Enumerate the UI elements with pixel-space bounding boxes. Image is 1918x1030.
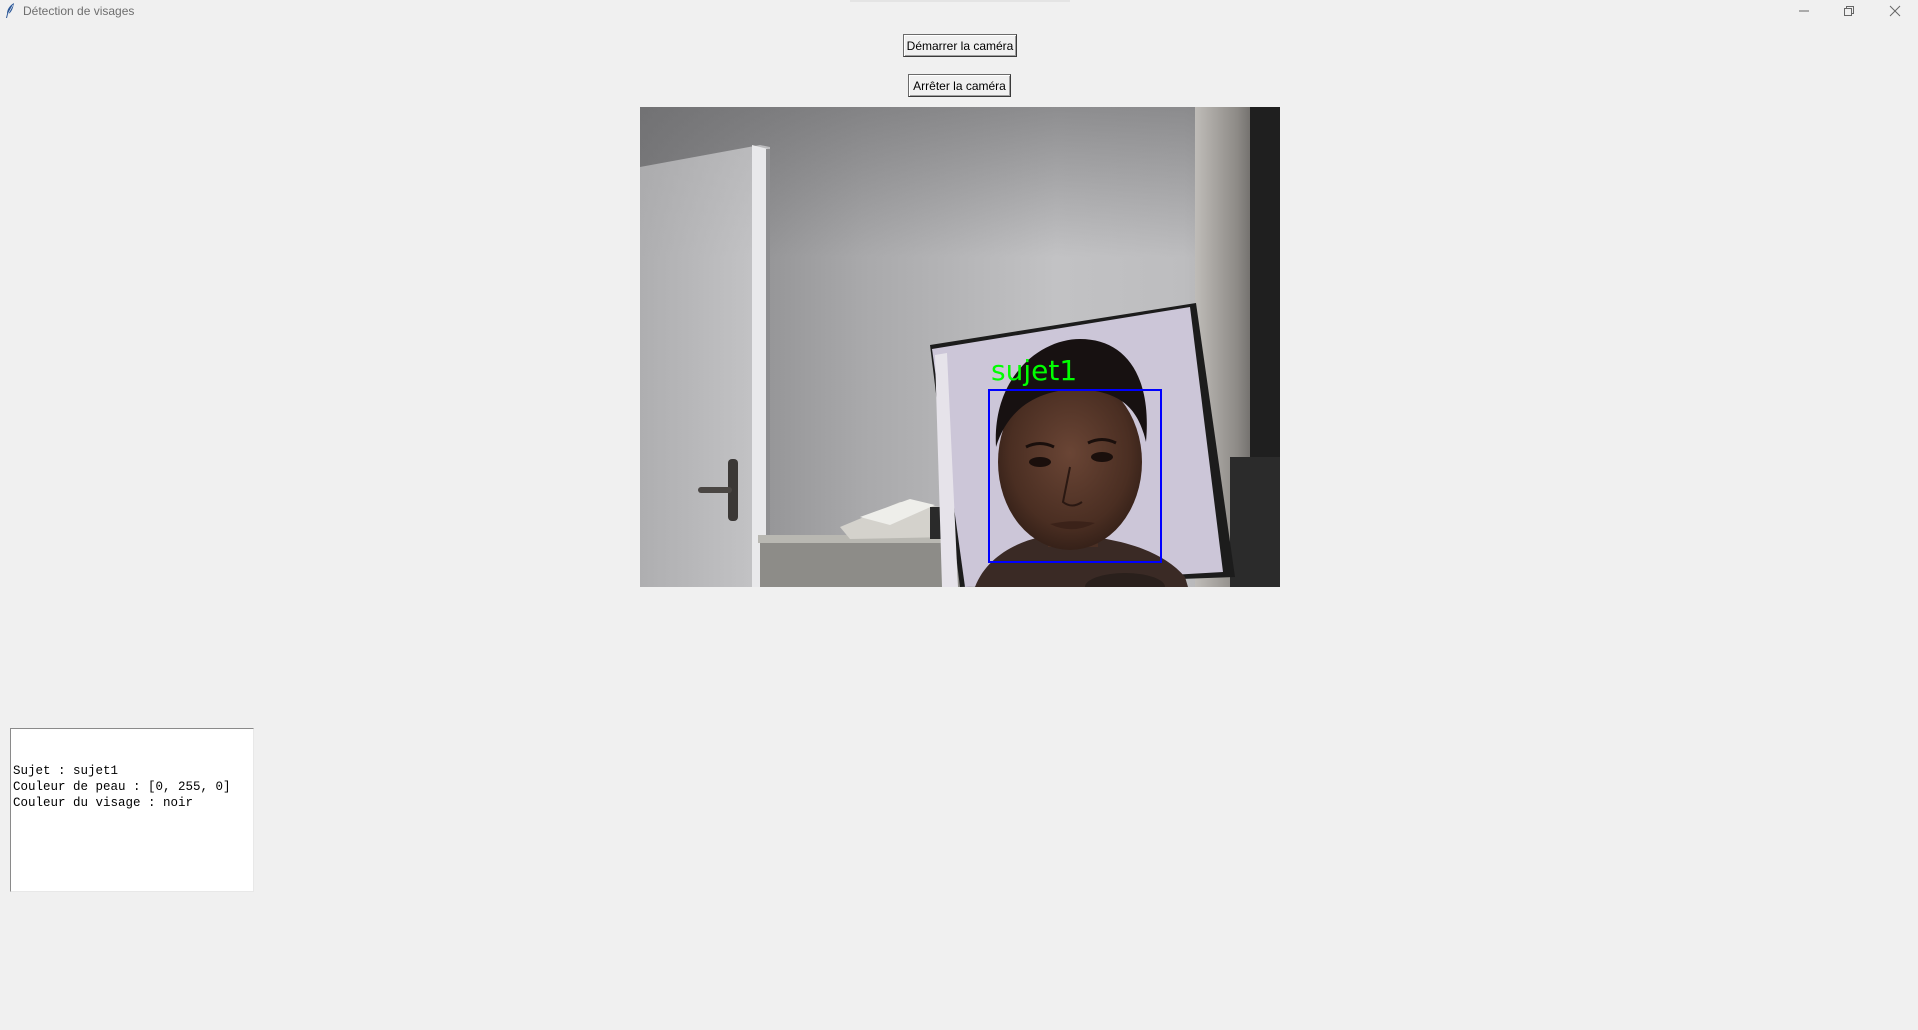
restore-button[interactable]: [1826, 0, 1872, 22]
close-button[interactable]: [1872, 0, 1918, 22]
minimize-icon: [1798, 2, 1810, 21]
minimize-button[interactable]: [1781, 0, 1827, 22]
restore-icon: [1843, 2, 1855, 21]
title-bar[interactable]: Détection de visages: [0, 0, 1918, 22]
app-window: Détection de visages Démarrer la caméra …: [0, 0, 1918, 1030]
door: [640, 145, 770, 587]
title-bar-grip: [850, 0, 1070, 2]
info-line-subject: Sujet : sujet1: [13, 764, 119, 778]
stop-camera-button[interactable]: Arrêter la caméra: [908, 74, 1011, 97]
window-title: Détection de visages: [23, 4, 135, 18]
close-icon: [1889, 2, 1901, 21]
info-line-face-color: Couleur du visage : noir: [13, 796, 194, 810]
info-line-skin-color: Couleur de peau : [0, 255, 0]: [13, 780, 231, 794]
camera-feed: sujet1: [640, 107, 1280, 587]
info-textbox[interactable]: Sujet : sujet1 Couleur de peau : [0, 255,…: [10, 728, 254, 892]
feather-icon: [5, 3, 15, 19]
start-camera-button[interactable]: Démarrer la caméra: [903, 34, 1017, 57]
detection-label: sujet1: [991, 354, 1077, 387]
photo-print: [930, 303, 1235, 587]
